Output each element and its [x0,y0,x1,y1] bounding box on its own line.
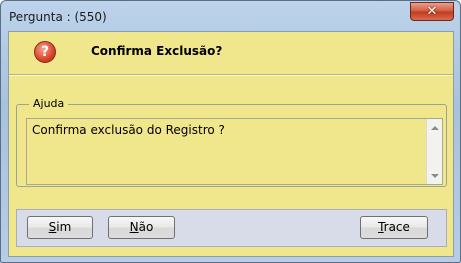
question-icon: ? [34,41,56,63]
help-groupbox: Ajuda Confirma exclusão do Registro ? [16,97,447,187]
dialog-header: ? Confirma Exclusão? [9,32,453,88]
help-textarea[interactable]: Confirma exclusão do Registro ? [26,118,443,185]
nao-label: ão [138,220,154,234]
header-divider [9,74,453,76]
trace-button[interactable]: Trace [360,216,428,239]
trace-label: race [383,220,410,234]
vertical-scrollbar[interactable] [426,119,442,184]
dialog-heading: Confirma Exclusão? [91,44,223,58]
nao-button[interactable]: Não [108,216,175,239]
dialog-window: Pergunta : (550) ✕ ? Confirma Exclusão? … [0,0,461,263]
scroll-up-arrow-icon[interactable] [431,126,439,130]
button-panel: Sim Não Trace [16,209,447,247]
close-icon: ✕ [426,4,438,19]
help-legend: Ajuda [29,97,69,110]
close-button[interactable]: ✕ [410,2,454,21]
scroll-down-arrow-icon[interactable] [431,174,439,178]
window-title: Pergunta : (550) [9,10,107,24]
sim-label: im [56,220,72,234]
sim-button[interactable]: Sim [27,216,93,239]
nao-accelerator: N [129,220,139,234]
help-text: Confirma exclusão do Registro ? [32,123,225,137]
dialog-body: ? Confirma Exclusão? Ajuda Confirma excl… [8,31,454,257]
title-bar[interactable]: Pergunta : (550) ✕ [1,1,460,31]
